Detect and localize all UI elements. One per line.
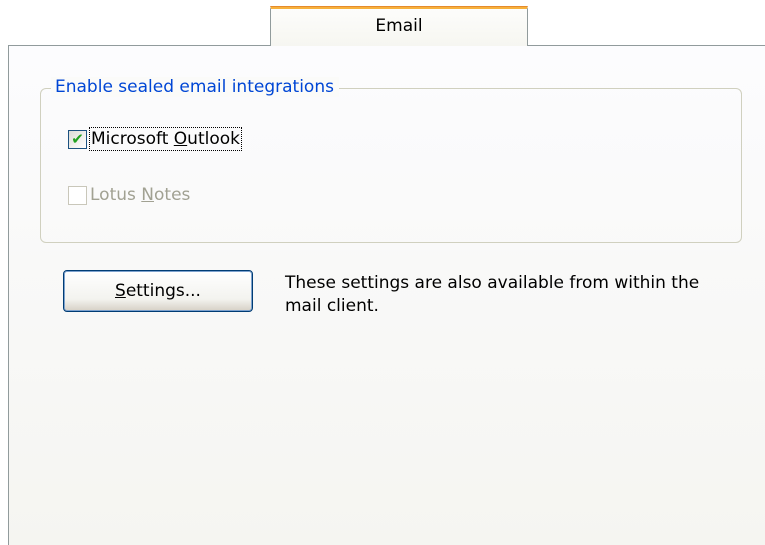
email-tab-panel: Enable sealed email integrations ✔ Micro… (8, 45, 765, 545)
checkbox-box-disabled (68, 185, 87, 205)
settings-info-text: These settings are also available from w… (285, 273, 700, 316)
checkbox-box[interactable]: ✔ (68, 129, 87, 149)
lotus-notes-label: Lotus Notes (90, 185, 191, 205)
microsoft-outlook-label[interactable]: Microsoft Outlook (89, 127, 242, 151)
tab-email-label: Email (375, 16, 423, 36)
tab-strip: Email (0, 0, 765, 46)
settings-button-label: Settings... (115, 281, 201, 301)
settings-button[interactable]: Settings... (63, 270, 253, 312)
checkmark-icon: ✔ (71, 129, 84, 148)
sealed-email-integrations-group: Enable sealed email integrations ✔ Micro… (40, 77, 742, 243)
group-legend: Enable sealed email integrations (51, 77, 339, 97)
microsoft-outlook-checkbox[interactable]: ✔ Microsoft Outlook (68, 127, 242, 151)
lotus-notes-checkbox[interactable]: Lotus Notes (68, 185, 190, 205)
tab-email[interactable]: Email (270, 6, 528, 46)
